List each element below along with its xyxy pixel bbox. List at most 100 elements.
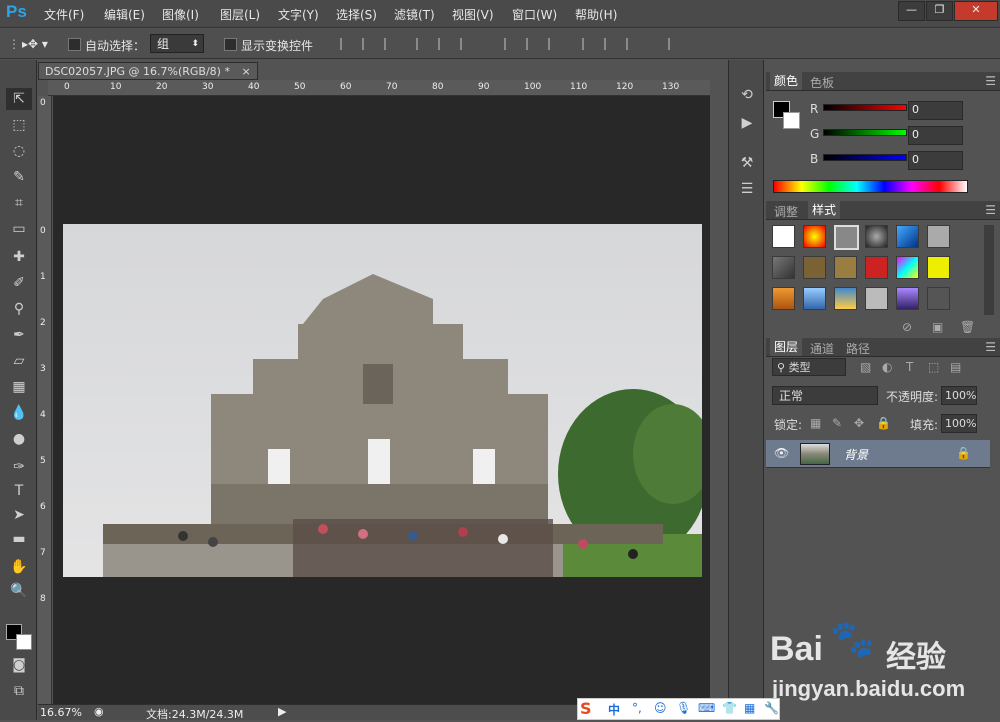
clone-stamp-tool-icon[interactable]: ⚲ xyxy=(6,298,32,320)
tab-paths[interactable]: 路径 xyxy=(846,340,870,357)
status-arrow-icon[interactable]: ▶ xyxy=(278,705,286,718)
emoji-icon[interactable]: ☺ xyxy=(654,701,667,715)
style-swatch[interactable] xyxy=(896,225,919,248)
blur-tool-icon[interactable]: 💧 xyxy=(6,402,32,424)
sogou-logo-icon[interactable]: S xyxy=(580,699,592,718)
style-swatch[interactable] xyxy=(803,287,826,310)
pen-tool-icon[interactable]: ✑ xyxy=(6,456,32,478)
history-icon[interactable]: ⟲ xyxy=(734,84,760,106)
close-window-button[interactable]: ✕ xyxy=(954,1,998,21)
quick-mask-icon[interactable]: ◙ xyxy=(6,654,32,676)
color-background-swatch[interactable] xyxy=(783,112,800,129)
show-transform-checkbox[interactable] xyxy=(224,38,237,51)
keyboard-icon[interactable]: ⌨ xyxy=(698,701,715,715)
red-value[interactable]: 0 xyxy=(908,101,963,120)
style-swatch[interactable] xyxy=(803,256,826,279)
ime-mode-label[interactable]: 中 xyxy=(608,701,620,718)
dodge-tool-icon[interactable]: ● xyxy=(6,428,32,450)
tab-channels[interactable]: 通道 xyxy=(810,340,834,357)
status-info-icon[interactable]: ◉ xyxy=(94,705,104,718)
blend-mode-select[interactable]: 正常 xyxy=(772,386,878,405)
filter-shape-icon[interactable]: ⬚ xyxy=(928,360,939,374)
fill-field[interactable]: 100% xyxy=(941,414,977,433)
type-tool-icon[interactable]: T xyxy=(6,480,32,502)
distribute-top-icon[interactable] xyxy=(504,38,519,50)
align-bottom-icon[interactable] xyxy=(384,38,399,50)
move-tool-icon[interactable]: ▸✥ ▾ xyxy=(22,37,48,51)
history-brush-tool-icon[interactable]: ✒ xyxy=(6,324,32,346)
background-color-swatch[interactable] xyxy=(16,634,32,650)
layer-row-background[interactable]: 👁 背景 🔒 xyxy=(766,440,990,468)
gradient-tool-icon[interactable]: ▦ xyxy=(6,376,32,398)
style-none-swatch[interactable] xyxy=(772,225,795,248)
brush-tool-icon[interactable]: ✐ xyxy=(6,272,32,294)
green-value[interactable]: 0 xyxy=(908,126,963,145)
tab-layers[interactable]: 图层 xyxy=(770,338,803,356)
align-hcenter-icon[interactable] xyxy=(438,38,453,50)
distribute-left-icon[interactable] xyxy=(582,38,597,50)
menu-window[interactable]: 窗口(W) xyxy=(512,6,557,23)
filter-pixel-icon[interactable]: ▧ xyxy=(860,360,871,374)
visibility-eye-icon[interactable]: 👁 xyxy=(774,446,789,460)
lock-all-icon[interactable]: 🔒 xyxy=(876,416,891,430)
brush-panel-icon[interactable]: ⚒ xyxy=(734,152,760,174)
align-vcenter-icon[interactable] xyxy=(362,38,377,50)
delete-style-icon[interactable]: 🗑 xyxy=(960,320,975,334)
color-spectrum-bar[interactable] xyxy=(773,180,968,193)
distribute-right-icon[interactable] xyxy=(626,38,641,50)
distribute-vcenter-icon[interactable] xyxy=(526,38,541,50)
align-left-icon[interactable] xyxy=(416,38,431,50)
blue-slider[interactable] xyxy=(823,154,907,161)
skin-icon[interactable]: 👕 xyxy=(722,701,737,715)
menu-help[interactable]: 帮助(H) xyxy=(575,6,617,23)
restore-button[interactable]: ❐ xyxy=(926,1,953,21)
quick-select-tool-icon[interactable]: ✎ xyxy=(6,166,32,188)
auto-select-checkbox[interactable] xyxy=(68,38,81,51)
healing-brush-tool-icon[interactable]: ✚ xyxy=(6,246,32,268)
panel-menu-icon[interactable]: ☰ xyxy=(985,203,996,217)
lock-transparent-icon[interactable]: ▦ xyxy=(810,416,821,430)
green-slider[interactable] xyxy=(823,129,907,136)
new-style-icon[interactable]: ▣ xyxy=(932,320,943,334)
menu-image[interactable]: 图像(I) xyxy=(162,6,199,23)
settings-icon[interactable]: 🔧 xyxy=(764,701,779,715)
lock-position-icon[interactable]: ✥ xyxy=(854,416,864,430)
style-swatch[interactable] xyxy=(834,256,857,279)
clear-style-icon[interactable]: ⊘ xyxy=(902,320,912,334)
path-select-tool-icon[interactable]: ➤ xyxy=(6,504,32,526)
style-swatch[interactable] xyxy=(865,287,888,310)
tab-styles[interactable]: 样式 xyxy=(808,201,841,219)
zoom-tool-icon[interactable]: 🔍 xyxy=(6,580,32,602)
layer-name[interactable]: 背景 xyxy=(844,446,868,463)
screen-mode-icon[interactable]: ⧉ xyxy=(6,680,32,702)
lasso-tool-icon[interactable]: ◌ xyxy=(6,140,32,162)
auto-select-dropdown[interactable]: 组 ⬍ xyxy=(150,34,204,53)
distribute-bottom-icon[interactable] xyxy=(548,38,563,50)
style-swatch[interactable] xyxy=(865,225,888,248)
voice-icon[interactable]: 🎙 xyxy=(676,701,691,715)
eraser-tool-icon[interactable]: ▱ xyxy=(6,350,32,372)
close-tab-icon[interactable]: × xyxy=(241,65,250,78)
align-right-icon[interactable] xyxy=(460,38,475,50)
actions-play-icon[interactable]: ▶ xyxy=(734,112,760,134)
style-swatch[interactable] xyxy=(927,225,950,248)
auto-align-icon[interactable] xyxy=(668,38,683,50)
style-swatch[interactable] xyxy=(865,256,888,279)
style-swatch[interactable] xyxy=(896,287,919,310)
style-swatch[interactable] xyxy=(927,256,950,279)
tab-color[interactable]: 颜色 xyxy=(770,72,803,90)
panel-menu-icon[interactable]: ☰ xyxy=(985,340,996,354)
eyedropper-tool-icon[interactable]: ▭ xyxy=(6,218,32,240)
properties-icon[interactable]: ☰ xyxy=(734,178,760,200)
lock-pixels-icon[interactable]: ✎ xyxy=(832,416,842,430)
blue-value[interactable]: 0 xyxy=(908,151,963,170)
styles-scrollbar[interactable] xyxy=(984,225,994,315)
marquee-tool-icon[interactable]: ⬚ xyxy=(6,114,32,136)
menu-filter[interactable]: 滤镜(T) xyxy=(394,6,435,23)
rectangle-tool-icon[interactable]: ▬ xyxy=(6,528,32,550)
document-image[interactable] xyxy=(63,224,702,577)
style-swatch[interactable] xyxy=(896,256,919,279)
tab-swatches[interactable]: 色板 xyxy=(810,74,834,91)
style-swatch[interactable] xyxy=(927,287,950,310)
minimize-button[interactable]: — xyxy=(898,1,925,21)
